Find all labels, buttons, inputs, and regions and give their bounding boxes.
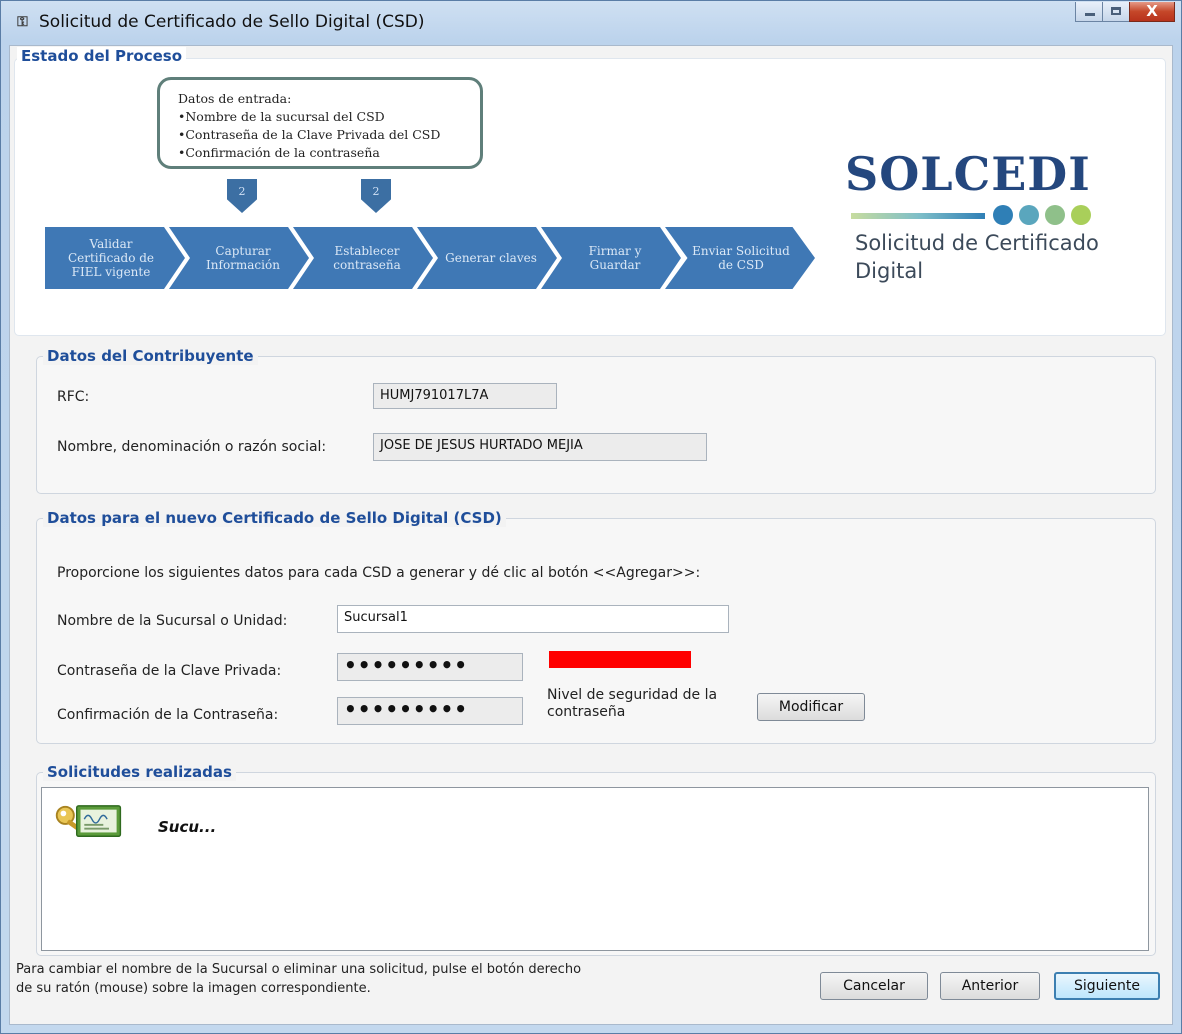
taxpayer-title: Datos del Contribuyente xyxy=(43,347,258,365)
next-button[interactable]: Siguiente xyxy=(1054,972,1160,1000)
maximize-button[interactable] xyxy=(1102,2,1130,22)
list-item[interactable]: Sucu... xyxy=(42,788,342,858)
certificate-key-icon[interactable] xyxy=(52,800,128,844)
logo-dot xyxy=(1019,205,1039,225)
callout-text: Datos de entrada: •Nombre de la sucursal… xyxy=(178,90,440,162)
csd-data-group: Datos para el nuevo Certificado de Sello… xyxy=(36,509,1156,744)
step-badge: 2 xyxy=(227,179,257,213)
request-item-label: Sucu... xyxy=(158,818,217,836)
solcedi-logo: SOLCEDI xyxy=(845,147,1091,201)
footer-hint: Para cambiar el nombre de la Sucursal o … xyxy=(16,962,582,996)
password-label: Contraseña de la Clave Privada: xyxy=(57,663,282,679)
csd-data-title: Datos para el nuevo Certificado de Sello… xyxy=(43,509,506,527)
sucursal-label: Nombre de la Sucursal o Unidad: xyxy=(57,613,288,629)
sucursal-input[interactable]: Sucursal1 xyxy=(337,605,729,633)
confirm-label: Confirmación de la Contraseña: xyxy=(57,707,279,723)
logo-dot xyxy=(993,205,1013,225)
callout-item: •Contraseña de la Clave Privada del CSD xyxy=(178,127,441,142)
step-generar: Generar claves xyxy=(417,227,557,289)
callout-item: •Confirmación de la contraseña xyxy=(178,145,380,160)
step-establecer: Establecer contraseña xyxy=(293,227,433,289)
logo-dot xyxy=(1071,205,1091,225)
title-bar[interactable]: ⚿ Solicitud de Certificado de Sello Digi… xyxy=(1,1,1181,43)
window-title: Solicitud de Certificado de Sello Digita… xyxy=(39,12,425,32)
logo-subtitle-text: Solicitud de Certificado Digital xyxy=(855,231,1099,283)
dialog-client-area: Estado del Proceso Datos de entrada: •No… xyxy=(9,45,1173,1025)
cancel-button[interactable]: Cancelar xyxy=(820,972,928,1000)
strength-label: Nivel de seguridad de la contraseña xyxy=(547,687,718,720)
callout-item: •Nombre de la sucursal del CSD xyxy=(178,109,385,124)
taxpayer-group: Datos del Contribuyente RFC: HUMJ791017L… xyxy=(36,347,1156,494)
requests-list[interactable]: Sucu... xyxy=(41,787,1149,951)
process-status-title: Estado del Proceso xyxy=(17,47,187,65)
previous-button[interactable]: Anterior xyxy=(940,972,1040,1000)
dialog-window: ⚿ Solicitud de Certificado de Sello Digi… xyxy=(0,0,1182,1034)
logo-color-bar xyxy=(851,213,985,219)
step-enviar: Enviar Solicitud de CSD xyxy=(665,227,815,289)
csd-instructions: Proporcione los siguientes datos para ca… xyxy=(57,565,701,581)
process-steps: Validar Certificado de FIEL vigente Capt… xyxy=(45,227,845,289)
password-strength-bar xyxy=(549,651,691,668)
callout-heading: Datos de entrada: xyxy=(178,91,292,106)
logo-subtitle: Solicitud de Certificado Digital xyxy=(855,229,1115,285)
name-field[interactable]: JOSE DE JESUS HURTADO MEJIA xyxy=(373,433,707,461)
step-badge: 2 xyxy=(361,179,391,213)
rfc-field[interactable]: HUMJ791017L7A xyxy=(373,383,557,409)
app-icon: ⚿ xyxy=(17,14,28,30)
minimize-button[interactable] xyxy=(1075,2,1103,22)
step-validar: Validar Certificado de FIEL vigente xyxy=(45,227,185,289)
process-status-group: Estado del Proceso Datos de entrada: •No… xyxy=(14,47,1166,336)
password-input[interactable]: ••••••••• xyxy=(337,653,523,681)
step-capturar: Capturar Información xyxy=(169,227,309,289)
input-data-callout: Datos de entrada: •Nombre de la sucursal… xyxy=(157,77,483,169)
requests-title: Solicitudes realizadas xyxy=(43,763,236,781)
requests-group: Solicitudes realizadas Sucu... xyxy=(36,763,1156,956)
modify-button[interactable]: Modificar xyxy=(757,693,865,721)
rfc-label: RFC: xyxy=(57,389,90,405)
logo-dot xyxy=(1045,205,1065,225)
step-firmar: Firmar y Guardar xyxy=(541,227,681,289)
confirm-password-input[interactable]: ••••••••• xyxy=(337,697,523,725)
close-button[interactable]: X xyxy=(1129,2,1175,22)
window-controls: X xyxy=(1075,2,1175,22)
name-label: Nombre, denominación o razón social: xyxy=(57,439,327,455)
